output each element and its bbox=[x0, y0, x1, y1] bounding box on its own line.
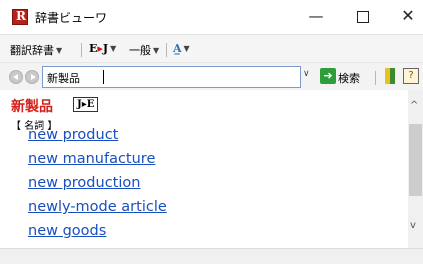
history-dropdown-button[interactable]: ∨ bbox=[303, 69, 313, 83]
entry-content: 新製品 J▸E 【 名詞 】 new product new manufactu… bbox=[0, 90, 423, 248]
meaning-link[interactable]: new goods bbox=[28, 223, 106, 239]
toolbar-divider bbox=[375, 71, 376, 85]
search-bar: 新製品 ∨ ➜ 検索 ? bbox=[0, 62, 423, 90]
dictionary-menu-label: 翻訳辞書 bbox=[10, 44, 54, 57]
dictionary-app-icon bbox=[12, 9, 28, 25]
status-bar bbox=[0, 248, 423, 264]
text-caret bbox=[103, 70, 104, 84]
entry-headword: 新製品 bbox=[11, 99, 53, 115]
forward-arrow-icon[interactable] bbox=[25, 70, 39, 84]
dictionary-menu-button[interactable]: 翻訳辞書 ▼ bbox=[10, 42, 62, 58]
chevron-down-icon: ▼ bbox=[56, 46, 63, 55]
close-button[interactable]: ✕ bbox=[385, 0, 423, 32]
back-arrow-icon[interactable] bbox=[9, 70, 23, 84]
scroll-down-icon[interactable]: v bbox=[410, 220, 416, 231]
maximize-button[interactable] bbox=[339, 0, 385, 32]
search-input-value: 新製品 bbox=[47, 72, 80, 85]
field-menu-label: 一般 bbox=[129, 44, 151, 57]
minimize-button[interactable]: — bbox=[293, 0, 339, 32]
bookmark-icon[interactable] bbox=[383, 68, 397, 84]
meaning-link[interactable]: new production bbox=[28, 175, 140, 191]
field-menu-button[interactable]: 一般 ▼ bbox=[129, 42, 159, 58]
title-bar: 辞書ビューワ — ✕ bbox=[0, 0, 423, 34]
chevron-down-icon: ▼ bbox=[183, 43, 190, 53]
search-button[interactable]: 検索 bbox=[338, 70, 360, 86]
window-title: 辞書ビューワ bbox=[35, 11, 108, 25]
scroll-up-icon[interactable]: ^ bbox=[410, 100, 418, 111]
help-icon[interactable]: ? bbox=[403, 68, 419, 84]
search-input[interactable]: 新製品 bbox=[42, 66, 301, 88]
chevron-down-icon: ▼ bbox=[110, 43, 117, 53]
toolbar-divider bbox=[81, 43, 82, 57]
toolbar-divider bbox=[166, 43, 167, 57]
go-arrow-icon[interactable]: ➜ bbox=[320, 68, 336, 84]
scroll-thumb[interactable] bbox=[409, 124, 422, 196]
direction-to-label: J bbox=[102, 42, 109, 55]
font-icon: A̲ bbox=[173, 42, 182, 55]
vertical-scrollbar[interactable]: ^ v bbox=[408, 90, 423, 248]
toolbar: 翻訳辞書 ▼ E▸J ▼ 一般 ▼ A̲ ▼ bbox=[0, 34, 423, 62]
meaning-link[interactable]: new product bbox=[28, 127, 118, 143]
meaning-link[interactable]: newly-mode article bbox=[28, 199, 167, 215]
direction-badge: J▸E bbox=[73, 97, 99, 112]
chevron-down-icon: ▼ bbox=[153, 46, 160, 55]
font-settings-button[interactable]: A̲ ▼ bbox=[173, 42, 190, 55]
direction-menu-button[interactable]: E▸J ▼ bbox=[89, 42, 116, 55]
meaning-link[interactable]: new manufacture bbox=[28, 151, 155, 167]
